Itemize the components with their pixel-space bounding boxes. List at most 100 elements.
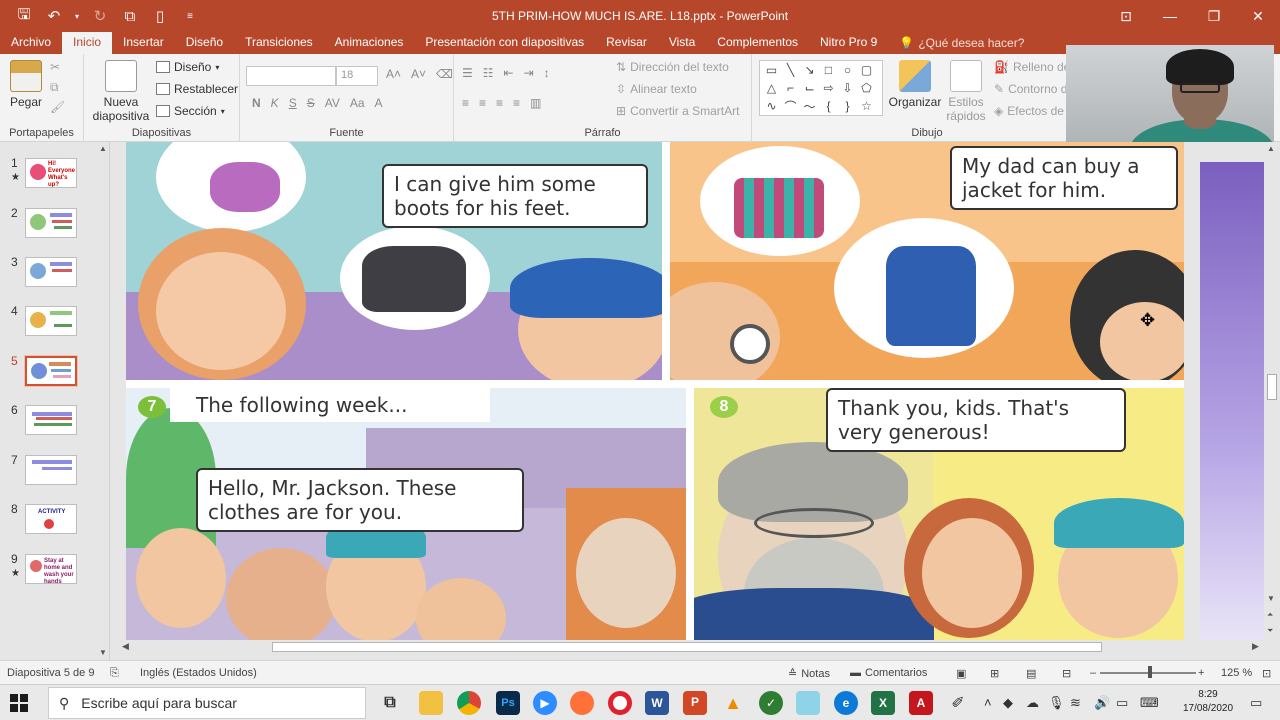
redo-icon[interactable]: ↻ bbox=[88, 4, 112, 28]
reading-view-icon[interactable]: ▤ bbox=[1026, 667, 1036, 680]
onedrive-icon[interactable]: ☁ bbox=[1026, 695, 1039, 711]
chrome-icon[interactable] bbox=[457, 691, 481, 715]
align-text-button[interactable]: ⇳ Alinear texto bbox=[616, 82, 697, 96]
pen-app-icon[interactable]: ✐ bbox=[946, 691, 970, 715]
zoom-level[interactable]: 125 % bbox=[1221, 667, 1252, 679]
slide-thumbnail[interactable]: 4 bbox=[0, 304, 96, 344]
decrease-indent-icon[interactable]: ⇤ bbox=[504, 66, 514, 80]
new-slide-button[interactable]: Nueva diapositiva bbox=[88, 60, 154, 123]
tab-home[interactable]: Inicio bbox=[62, 32, 113, 54]
notifications-icon[interactable]: ▭ bbox=[1250, 695, 1262, 711]
strikethrough-button[interactable]: S bbox=[307, 96, 315, 110]
oval-shape-icon[interactable]: ○ bbox=[838, 61, 857, 79]
new-file-icon[interactable]: ▯ bbox=[148, 4, 172, 28]
normal-view-icon[interactable]: ▣ bbox=[956, 667, 966, 680]
keyboard-icon[interactable]: ⌨ bbox=[1140, 695, 1159, 711]
brace-right-shape-icon[interactable]: } bbox=[838, 97, 857, 115]
align-left-icon[interactable]: ≡ bbox=[462, 96, 469, 110]
columns-icon[interactable]: ▥ bbox=[530, 96, 541, 110]
scroll-right-icon[interactable]: ▶ bbox=[1252, 641, 1259, 652]
spellcheck-icon[interactable]: ⎘ bbox=[110, 667, 119, 680]
volume-icon[interactable]: 🔊 bbox=[1094, 695, 1110, 711]
scroll-down-icon[interactable]: ▼ bbox=[1267, 594, 1275, 603]
textbox-shape-icon[interactable]: ▭ bbox=[762, 61, 781, 79]
elbow-arrow-shape-icon[interactable]: ⌙ bbox=[800, 79, 819, 97]
comments-button[interactable]: ▬ Comentarios bbox=[850, 667, 927, 679]
tab-file[interactable]: Archivo bbox=[0, 32, 62, 54]
tab-slideshow[interactable]: Presentación con diapositivas bbox=[414, 32, 595, 54]
taskbar-search[interactable]: ⚲ Escribe aquí para buscar bbox=[48, 687, 366, 719]
slide-thumbnail[interactable]: 1 ★ Hi! Everyone What's up? bbox=[0, 156, 96, 196]
minimize-button[interactable]: — bbox=[1148, 0, 1192, 32]
reset-button[interactable]: Restablecer bbox=[156, 82, 238, 96]
font-color-button[interactable]: A bbox=[375, 96, 383, 110]
shape-outline-button[interactable]: ✎ Contorno d bbox=[994, 82, 1067, 96]
tab-nitro[interactable]: Nitro Pro 9 bbox=[809, 32, 888, 54]
undo-dropdown-icon[interactable]: ▾ bbox=[72, 4, 82, 28]
slide-thumbnail[interactable]: 2 bbox=[0, 206, 96, 246]
format-painter-icon[interactable]: 🖌 bbox=[50, 100, 65, 114]
bullets-icon[interactable]: ☰ bbox=[462, 66, 473, 80]
change-case-button[interactable]: Aa bbox=[350, 96, 365, 110]
camtasia-icon[interactable]: ✓ bbox=[759, 691, 783, 715]
bold-button[interactable]: N bbox=[252, 96, 261, 110]
undo-icon[interactable]: ↶ bbox=[42, 4, 66, 28]
zoom-app-icon[interactable]: ▶ bbox=[533, 691, 557, 715]
microphone-icon[interactable]: 🎙 bbox=[1048, 695, 1065, 711]
scrollbar-thumb[interactable] bbox=[272, 642, 1102, 652]
down-arrow-shape-icon[interactable]: ⇩ bbox=[838, 79, 857, 97]
slide-thumbnail-selected[interactable]: 5 bbox=[0, 354, 96, 394]
star-shape-icon[interactable]: ☆ bbox=[857, 97, 876, 115]
grow-font-icon[interactable]: A˄ bbox=[386, 67, 401, 81]
tab-addins[interactable]: Complementos bbox=[706, 32, 809, 54]
slideshow-view-icon[interactable]: ⊟ bbox=[1062, 667, 1071, 680]
fit-slide-icon[interactable]: ⊡ bbox=[1262, 667, 1271, 680]
shapes-gallery[interactable]: ▭ ╲ ↘ □ ○ ▢ △ ⌐ ⌙ ⇨ ⇩ ⬠ ∿ ⌒ 〜 { } ☆ bbox=[759, 60, 883, 116]
slide-vertical-scrollbar[interactable]: ▲ ▼ ⏶ ⏷ bbox=[1264, 142, 1280, 640]
scroll-up-icon[interactable]: ▲ bbox=[1267, 144, 1275, 153]
file-explorer-icon[interactable] bbox=[419, 691, 443, 715]
cut-icon[interactable]: ✂ bbox=[50, 60, 60, 74]
smartart-button[interactable]: ⊞ Convertir a SmartArt bbox=[616, 104, 739, 118]
underline-button[interactable]: S bbox=[289, 96, 297, 110]
pentagon-shape-icon[interactable]: ⬠ bbox=[857, 79, 876, 97]
vlc-icon[interactable]: ▲ bbox=[721, 691, 745, 715]
thumbnails-scrollbar[interactable]: ▲ ▼ bbox=[96, 142, 110, 662]
slide-thumbnail[interactable]: 6 bbox=[0, 403, 96, 443]
tab-insert[interactable]: Insertar bbox=[112, 32, 175, 54]
tell-me-box[interactable]: 💡 ¿Qué desea hacer? bbox=[888, 32, 1035, 54]
network-icon[interactable]: ▭ bbox=[1116, 695, 1128, 711]
tab-view[interactable]: Vista bbox=[658, 32, 706, 54]
rounded-rect-shape-icon[interactable]: ▢ bbox=[857, 61, 876, 79]
font-size-input[interactable]: 18 bbox=[336, 66, 378, 86]
powerpoint-icon[interactable]: P bbox=[683, 691, 707, 715]
clear-format-icon[interactable]: ⌫ bbox=[436, 67, 453, 81]
tab-review[interactable]: Revisar bbox=[595, 32, 658, 54]
text-direction-button[interactable]: ⇅ Dirección del texto bbox=[616, 60, 729, 74]
customize-qat-icon[interactable]: ≡ bbox=[178, 4, 202, 28]
previous-slide-icon[interactable]: ⏶ bbox=[1267, 610, 1273, 620]
brace-left-shape-icon[interactable]: { bbox=[819, 97, 838, 115]
word-icon[interactable]: W bbox=[645, 691, 669, 715]
dropbox-icon[interactable]: ◆ bbox=[1003, 695, 1013, 711]
italic-button[interactable]: K bbox=[271, 96, 279, 110]
windows-start-icon[interactable] bbox=[10, 694, 28, 712]
close-button[interactable]: ✕ bbox=[1236, 0, 1280, 32]
triangle-shape-icon[interactable]: △ bbox=[762, 79, 781, 97]
scroll-down-icon[interactable]: ▼ bbox=[98, 648, 108, 658]
curve-shape-icon[interactable]: ∿ bbox=[762, 97, 781, 115]
maximize-button[interactable]: ❐ bbox=[1192, 0, 1236, 32]
paste-button[interactable]: Pegar bbox=[8, 60, 44, 109]
shrink-font-icon[interactable]: A˅ bbox=[411, 67, 426, 81]
slide-thumbnail[interactable]: 7 bbox=[0, 453, 96, 493]
section-button[interactable]: Sección ▾ bbox=[156, 104, 225, 118]
slide-thumbnail[interactable]: 3 bbox=[0, 255, 96, 295]
line-shape-icon[interactable]: ╲ bbox=[781, 61, 800, 79]
save-icon[interactable]: 🖫 bbox=[12, 4, 36, 28]
slide-5[interactable]: I can give him some boots for his feet. … bbox=[126, 142, 1184, 640]
squiggle-shape-icon[interactable]: 〜 bbox=[800, 97, 819, 115]
shape-effects-button[interactable]: ◈ Efectos de bbox=[994, 104, 1064, 118]
numbering-icon[interactable]: ☷ bbox=[483, 66, 494, 80]
acrobat-icon[interactable]: A bbox=[909, 691, 933, 715]
arrow-line-shape-icon[interactable]: ↘ bbox=[800, 61, 819, 79]
